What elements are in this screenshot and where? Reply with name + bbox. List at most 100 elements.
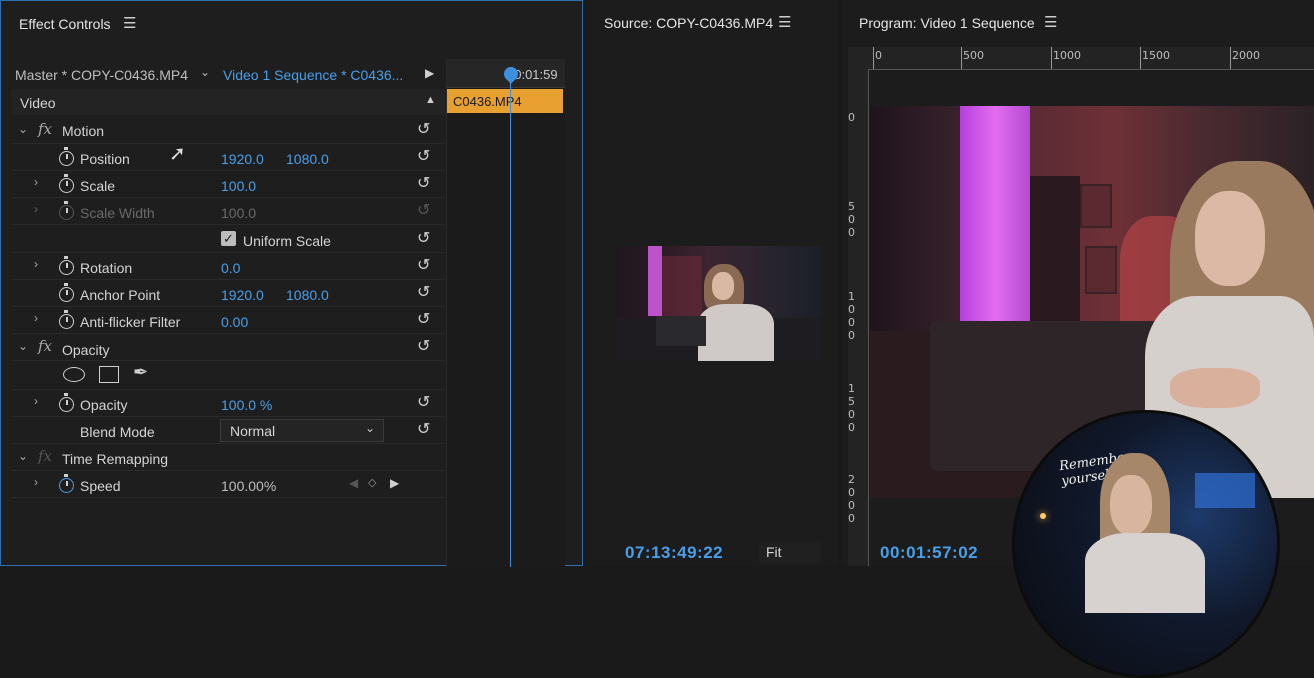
source-video-frame[interactable]	[616, 246, 821, 361]
time-remapping-row[interactable]: ⌄ fx Time Remapping	[12, 444, 445, 471]
pen-mask-icon[interactable]: ✒	[133, 362, 148, 383]
anti-flicker-row: › Anti-flicker Filter 0.00 ↺	[12, 307, 445, 334]
stopwatch-icon[interactable]	[59, 174, 74, 193]
chevron-down-icon[interactable]: ⌄	[18, 122, 28, 136]
pink-light	[648, 246, 662, 316]
chevron-right-icon[interactable]: ›	[34, 394, 38, 408]
reset-icon[interactable]: ↺	[417, 282, 430, 302]
chevron-right-icon[interactable]: ›	[34, 311, 38, 325]
uniform-scale-label: Uniform Scale	[243, 233, 331, 249]
anchor-x-value[interactable]: 1920.0	[221, 287, 264, 303]
scale-row: › Scale 100.0 ↺	[12, 171, 445, 198]
reset-icon[interactable]: ↺	[417, 228, 430, 248]
panel-menu-icon[interactable]: ☰	[123, 14, 136, 32]
ruler-tick	[873, 47, 874, 69]
stopwatch-icon[interactable]	[59, 147, 74, 166]
fx-icon: fx	[38, 447, 53, 465]
next-keyframe-icon[interactable]: ▶	[390, 476, 399, 490]
overlay-person-sweater	[1085, 533, 1205, 613]
reset-icon[interactable]: ↺	[417, 419, 430, 439]
candle-light	[1040, 513, 1046, 519]
stopwatch-icon[interactable]	[59, 283, 74, 302]
chevron-right-icon[interactable]: ›	[34, 202, 38, 216]
ruler-tick	[961, 47, 962, 69]
speaker	[1030, 176, 1080, 326]
fx-icon[interactable]: fx	[38, 337, 52, 355]
rectangle-mask-icon[interactable]	[99, 366, 119, 383]
person-hands	[1170, 368, 1260, 408]
position-y-value[interactable]: 1080.0	[286, 151, 329, 167]
chevron-down-icon[interactable]: ⌄	[18, 339, 28, 353]
stopwatch-icon[interactable]	[59, 474, 74, 493]
motion-effect-row[interactable]: ⌄ fx Motion ↺	[12, 117, 445, 144]
program-monitor-title[interactable]: Program: Video 1 Sequence	[859, 15, 1035, 31]
chevron-right-icon[interactable]: ›	[34, 475, 38, 489]
position-row: Position 1920.0 1080.0 ↺	[12, 144, 445, 171]
reset-icon[interactable]: ↺	[417, 119, 430, 139]
rotation-row: › Rotation 0.0 ↺	[12, 253, 445, 280]
anchor-point-label: Anchor Point	[80, 287, 161, 303]
reset-icon[interactable]: ↺	[417, 255, 430, 275]
opacity-label: Opacity	[80, 397, 128, 413]
ruler-tick	[1051, 47, 1052, 69]
speed-value[interactable]: 100.00%	[221, 478, 276, 494]
prev-keyframe-icon[interactable]: ◀	[349, 476, 358, 490]
position-x-value[interactable]: 1920.0	[221, 151, 264, 167]
chevron-down-icon[interactable]: ⌄	[200, 65, 210, 79]
opacity-value[interactable]: 100.0 %	[221, 397, 272, 413]
blend-mode-dropdown[interactable]: Normal ⌄	[220, 419, 384, 442]
scale-value[interactable]: 100.0	[221, 178, 256, 194]
effect-controls-title[interactable]: Effect Controls	[19, 16, 111, 32]
webcam-circle-overlay[interactable]: Remember yourself	[1012, 410, 1280, 678]
opacity-effect-row[interactable]: ⌄ fx Opacity ↺	[12, 334, 445, 361]
person-face	[1195, 191, 1265, 286]
source-monitor-title[interactable]: Source: COPY-C0436.MP4	[604, 15, 773, 31]
chevron-right-icon[interactable]: ›	[34, 257, 38, 271]
stopwatch-icon[interactable]	[59, 393, 74, 412]
playhead-line[interactable]	[510, 79, 511, 567]
picture-frame	[1085, 246, 1117, 294]
scale-width-row: › Scale Width 100.0 ↺	[12, 198, 445, 225]
program-timecode[interactable]: 00:01:57:02	[880, 543, 978, 563]
add-keyframe-icon[interactable]: ◇	[368, 476, 376, 489]
master-clip-label[interactable]: Master * COPY-C0436.MP4	[15, 67, 188, 83]
rotation-value[interactable]: 0.0	[221, 260, 240, 276]
source-monitor-panel: Source: COPY-C0436.MP4 ☰ 07:13:49:22 Fit	[588, 0, 838, 566]
reset-icon[interactable]: ↺	[417, 173, 430, 193]
rotation-label: Rotation	[80, 260, 133, 276]
uniform-scale-row: ✓ Uniform Scale ↺	[12, 226, 445, 253]
zoom-value: Fit	[766, 544, 782, 560]
stopwatch-icon[interactable]	[59, 310, 74, 329]
blend-mode-value: Normal	[230, 423, 276, 439]
speed-label: Speed	[80, 478, 121, 494]
person-face	[712, 272, 734, 300]
stopwatch-icon	[59, 201, 74, 220]
play-triangle-icon[interactable]: ▶	[425, 66, 434, 80]
ruler-label: 1500	[1142, 49, 1170, 62]
fx-icon[interactable]: fx	[38, 120, 52, 138]
time-remapping-label: Time Remapping	[62, 451, 169, 467]
mini-timeline[interactable]: 00:01:59 C0436.MP4	[446, 59, 565, 567]
reset-icon[interactable]: ↺	[417, 336, 430, 356]
zoom-dropdown[interactable]: Fit	[759, 541, 821, 563]
stopwatch-icon[interactable]	[59, 256, 74, 275]
chevron-down-icon[interactable]: ⌄	[18, 449, 28, 463]
reset-icon[interactable]: ↺	[417, 309, 430, 329]
ellipse-mask-icon[interactable]	[63, 367, 85, 382]
collapse-up-icon[interactable]: ▲	[425, 94, 436, 106]
chevron-down-icon: ⌄	[365, 421, 376, 435]
motion-label: Motion	[62, 123, 105, 139]
chevron-right-icon[interactable]: ›	[34, 175, 38, 189]
reset-icon[interactable]: ↺	[417, 146, 430, 166]
source-timecode[interactable]: 07:13:49:22	[625, 543, 723, 563]
opacity-row: › Opacity 100.0 % ↺	[12, 390, 445, 417]
anti-flicker-value[interactable]: 0.00	[221, 314, 248, 330]
laptop	[656, 316, 706, 346]
anchor-y-value[interactable]: 1080.0	[286, 287, 329, 303]
opacity-effect-label: Opacity	[62, 342, 110, 358]
panel-menu-icon[interactable]: ☰	[778, 13, 791, 31]
panel-menu-icon[interactable]: ☰	[1044, 13, 1057, 31]
uniform-scale-checkbox[interactable]: ✓	[221, 231, 236, 246]
reset-icon[interactable]: ↺	[417, 392, 430, 412]
sequence-clip-label[interactable]: Video 1 Sequence * C0436...	[223, 67, 403, 83]
